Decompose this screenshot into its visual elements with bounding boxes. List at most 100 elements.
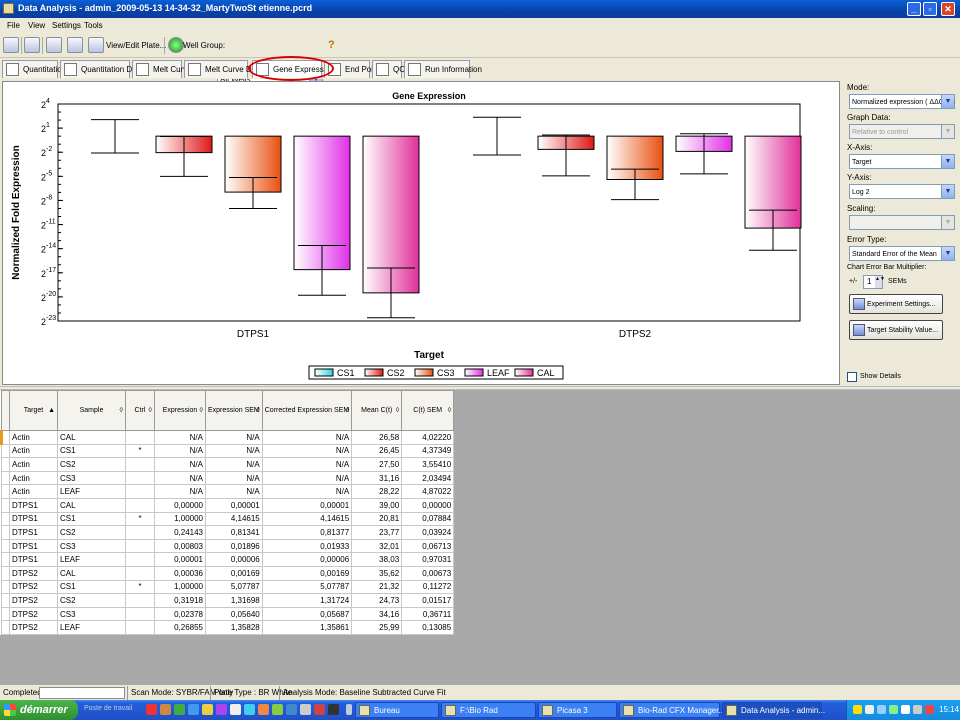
stepper-arrows-icon[interactable]: ▲▼ bbox=[875, 276, 885, 288]
print-icon[interactable] bbox=[24, 37, 40, 53]
quicklaunch-icon[interactable] bbox=[230, 704, 241, 715]
experiment-settings-button[interactable]: Experiment Settings... bbox=[849, 294, 943, 314]
column-header-mean-ct[interactable]: Mean C(t) ◊ bbox=[351, 390, 403, 431]
table-row[interactable]: DTPS1 CS2 0,24143 0,81341 0,81377 23,77 0,0392… bbox=[1, 525, 455, 540]
column-header-ctrl[interactable]: Ctrl ◊ bbox=[125, 390, 155, 431]
row-selector[interactable] bbox=[1, 620, 10, 635]
column-header-ct-sem[interactable]: C(t) SEM ◊ bbox=[401, 390, 455, 431]
tab-melt-curve-data[interactable]: Melt Curve Data bbox=[184, 60, 263, 78]
expand-arrow-icon[interactable] bbox=[346, 704, 352, 715]
row-selector[interactable] bbox=[1, 525, 10, 540]
tab-melt-curve[interactable]: Melt Curve bbox=[132, 60, 192, 78]
column-header-sample[interactable]: Sample ◊ bbox=[57, 390, 126, 431]
tray-icon[interactable] bbox=[877, 705, 886, 714]
multiplier-label: Chart Error Bar Multiplier: bbox=[847, 264, 927, 271]
quicklaunch-icon[interactable] bbox=[160, 704, 171, 715]
table-row[interactable]: DTPS1 CAL 0,00000 0,00001 0,00001 39,00 0,0000… bbox=[1, 497, 455, 513]
menu-file[interactable]: File bbox=[7, 21, 20, 30]
row-selector[interactable] bbox=[1, 497, 10, 513]
table-row[interactable]: DTPS1 CS1 * 1,00000 4,14615 4,14615 20,81 0,078… bbox=[1, 511, 455, 527]
tray-icon[interactable] bbox=[889, 705, 898, 714]
table-row[interactable]: Actin CS3 N/A N/A N/A 31,16 2,03494 bbox=[1, 470, 455, 486]
task-bio-rad-folder[interactable]: F:\Bio Rad bbox=[441, 702, 536, 718]
volume-icon[interactable] bbox=[901, 705, 910, 714]
tab-quantitation[interactable]: Quantitation bbox=[2, 60, 66, 78]
menu-view[interactable]: View bbox=[28, 21, 45, 30]
image-icon[interactable] bbox=[46, 37, 62, 53]
quicklaunch-icon[interactable] bbox=[328, 704, 339, 715]
tab-run-information[interactable]: Run Information bbox=[404, 60, 482, 78]
quicklaunch-icon[interactable] bbox=[244, 704, 255, 715]
quicklaunch-icon[interactable] bbox=[174, 704, 185, 715]
row-selector[interactable] bbox=[1, 593, 10, 608]
x-axis-select[interactable]: Target ▼ bbox=[849, 154, 955, 169]
help-icon[interactable]: ? bbox=[328, 39, 335, 51]
show-details-checkbox[interactable] bbox=[847, 372, 857, 382]
minimize-button[interactable]: _ bbox=[907, 2, 921, 16]
scaling-select[interactable]: ▼ bbox=[849, 215, 955, 230]
table-row[interactable]: Actin CAL N/A N/A N/A 26,58 4,02220 bbox=[0, 430, 455, 445]
close-button[interactable]: ✕ bbox=[941, 2, 955, 16]
table-row[interactable]: DTPS1 CS3 0,00803 0,01896 0,01933 32,01 0,0671… bbox=[1, 538, 455, 554]
table-row[interactable]: DTPS2 CS3 0,02378 0,05640 0,05687 34,16 0,3671… bbox=[1, 606, 455, 622]
row-selector[interactable] bbox=[1, 443, 10, 459]
report-icon[interactable] bbox=[67, 37, 83, 53]
quicklaunch-icon[interactable] bbox=[216, 704, 227, 715]
graph-data-select[interactable]: Relative to control ▼ bbox=[849, 124, 955, 139]
tray-icon[interactable] bbox=[913, 705, 922, 714]
row-selector[interactable] bbox=[1, 457, 10, 472]
start-button[interactable]: démarrer bbox=[0, 700, 78, 720]
quicklaunch-icon[interactable] bbox=[146, 704, 157, 715]
column-header-expression-sem[interactable]: Expression SEM ◊ bbox=[205, 390, 263, 431]
row-selector[interactable] bbox=[1, 511, 10, 527]
table-row[interactable]: DTPS1 LEAF 0,00001 0,00006 0,00006 38,03 0,970… bbox=[1, 552, 455, 567]
quicklaunch-icon[interactable] bbox=[272, 704, 283, 715]
plate-icon[interactable] bbox=[88, 37, 104, 53]
view-edit-plate-button[interactable]: View/Edit Plate... bbox=[106, 41, 166, 50]
table-row[interactable]: Actin CS2 N/A N/A N/A 27,50 3,55410 bbox=[1, 457, 455, 472]
task-bureau[interactable]: Bureau bbox=[355, 702, 439, 718]
quicklaunch-icon[interactable] bbox=[300, 704, 311, 715]
row-selector[interactable] bbox=[1, 470, 10, 486]
tray-icon[interactable] bbox=[853, 705, 862, 714]
table-row[interactable]: Actin LEAF N/A N/A N/A 28,22 4,87022 bbox=[1, 484, 455, 499]
task-data-analysis[interactable]: Data Analysis - admin... bbox=[722, 702, 825, 718]
row-selector[interactable] bbox=[1, 606, 10, 622]
table-row[interactable]: DTPS2 CS2 0,31918 1,31698 1,31724 24,73 0,0151… bbox=[1, 593, 455, 608]
table-row[interactable]: Actin CS1 * N/A N/A N/A 26,45 4,37349 bbox=[1, 443, 455, 459]
column-header-target[interactable]: Target ▲ bbox=[9, 390, 58, 431]
tray-icon[interactable] bbox=[865, 705, 874, 714]
quicklaunch-icon[interactable] bbox=[188, 704, 199, 715]
row-selector[interactable] bbox=[1, 565, 10, 581]
row-selector[interactable] bbox=[1, 484, 10, 499]
restore-button[interactable]: ▫ bbox=[923, 2, 937, 16]
table-cell bbox=[125, 620, 155, 635]
row-selector[interactable] bbox=[1, 579, 10, 595]
quicklaunch-icon[interactable] bbox=[202, 704, 213, 715]
row-selector[interactable] bbox=[1, 552, 10, 567]
error-type-select[interactable]: Standard Error of the Mean ▼ bbox=[849, 246, 955, 261]
row-selector[interactable] bbox=[1, 538, 10, 554]
column-header-corrected-sem[interactable]: Corrected Expression SEM ◊ bbox=[261, 390, 353, 431]
target-stability-button[interactable]: Target Stability Value... bbox=[849, 320, 943, 340]
task-picasa[interactable]: Picasa 3 bbox=[538, 702, 617, 718]
table-row[interactable]: DTPS2 CS1 * 1,00000 5,07787 5,07787 21,32 0,112… bbox=[1, 579, 455, 595]
quicklaunch-icon[interactable] bbox=[286, 704, 297, 715]
legend-swatch bbox=[414, 368, 434, 377]
quicklaunch-icon[interactable] bbox=[258, 704, 269, 715]
menu-settings[interactable]: Settings bbox=[52, 21, 81, 30]
save-icon[interactable] bbox=[3, 37, 19, 53]
task-cfx-manager[interactable]: Bio-Rad CFX Manager... bbox=[619, 702, 725, 718]
row-selector[interactable] bbox=[0, 430, 10, 445]
tab-qc[interactable]: QC bbox=[372, 60, 405, 78]
column-header-expression[interactable]: Expression ◊ bbox=[154, 390, 206, 431]
multiplier-stepper[interactable]: 1 ▲▼ bbox=[863, 275, 885, 289]
tab-quantitation-data[interactable]: Quantitation Data bbox=[60, 60, 143, 78]
table-row[interactable]: DTPS2 CAL 0,00036 0,00169 0,00169 35,62 0,0067… bbox=[1, 565, 455, 581]
quicklaunch-icon[interactable] bbox=[314, 704, 325, 715]
table-row[interactable]: DTPS2 LEAF 0,26855 1,35828 1,35861 25,99 0,130… bbox=[1, 620, 455, 635]
mode-select[interactable]: Normalized expression ( ΔΔC(t) ) ▼ bbox=[849, 94, 955, 109]
menu-tools[interactable]: Tools bbox=[84, 21, 103, 30]
tray-icon[interactable] bbox=[925, 705, 934, 714]
y-axis-select[interactable]: Log 2 ▼ bbox=[849, 184, 955, 199]
